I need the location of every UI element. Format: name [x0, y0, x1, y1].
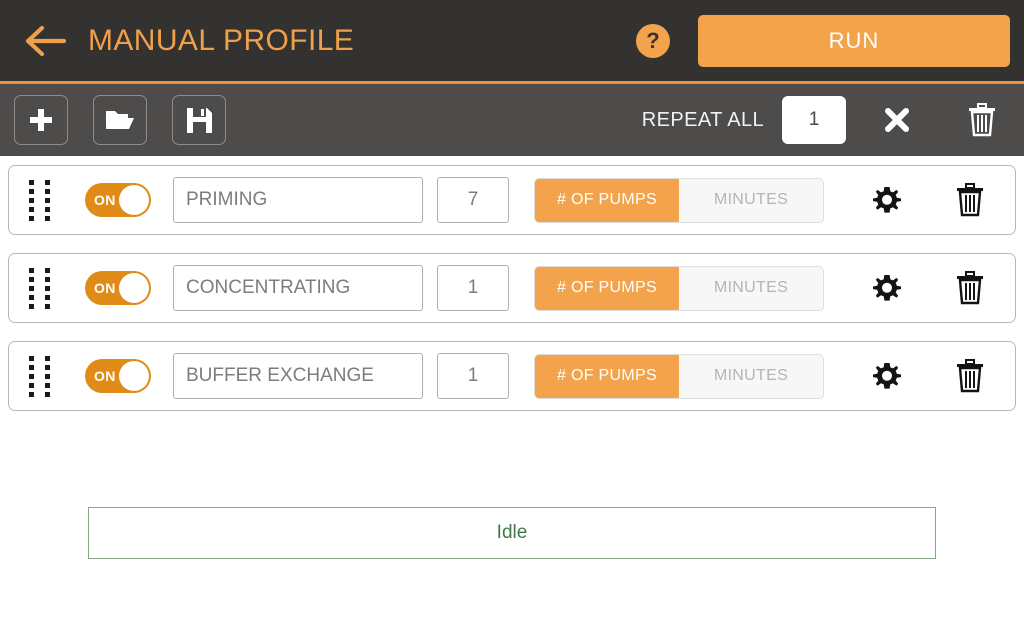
- step-value-input[interactable]: [437, 177, 509, 223]
- help-icon[interactable]: ?: [636, 23, 670, 58]
- table-row: ON # OF PUMPS MINUTES: [8, 341, 1016, 411]
- step-value-input[interactable]: [437, 353, 509, 399]
- step-mode-segmented-control: # OF PUMPS MINUTES: [534, 353, 824, 399]
- plus-icon: [30, 109, 52, 131]
- step-enable-toggle[interactable]: ON: [85, 271, 151, 305]
- open-profile-button[interactable]: [93, 95, 147, 145]
- mode-option-minutes[interactable]: MINUTES: [679, 266, 823, 310]
- repeat-all-input[interactable]: [782, 96, 846, 144]
- back-button[interactable]: [22, 18, 68, 64]
- page-title: MANUAL PROFILE: [88, 23, 355, 57]
- toggle-label: ON: [94, 280, 116, 296]
- save-profile-button[interactable]: [172, 95, 226, 145]
- table-row: ON # OF PUMPS MINUTES: [8, 165, 1016, 235]
- delete-all-button[interactable]: [962, 98, 1002, 142]
- delete-step-button[interactable]: [951, 355, 989, 397]
- mode-option-minutes[interactable]: MINUTES: [679, 178, 823, 222]
- app-header: MANUAL PROFILE ? RUN: [0, 0, 1024, 84]
- toggle-knob: [119, 185, 149, 215]
- toggle-knob: [119, 361, 149, 391]
- toggle-knob: [119, 273, 149, 303]
- status-badge: Idle: [88, 507, 936, 559]
- step-value-input[interactable]: [437, 265, 509, 311]
- step-mode-segmented-control: # OF PUMPS MINUTES: [534, 265, 824, 311]
- gear-icon: [873, 363, 901, 389]
- delete-step-button[interactable]: [951, 267, 989, 309]
- step-name-input[interactable]: [173, 353, 423, 399]
- mode-option-pumps[interactable]: # OF PUMPS: [535, 266, 679, 310]
- trash-icon: [957, 359, 983, 393]
- trash-icon: [957, 271, 983, 305]
- toggle-label: ON: [94, 368, 116, 384]
- step-mode-segmented-control: # OF PUMPS MINUTES: [534, 177, 824, 223]
- status-area: Idle: [0, 429, 1024, 559]
- step-enable-toggle[interactable]: ON: [85, 359, 151, 393]
- add-step-button[interactable]: [14, 95, 68, 145]
- trash-icon: [969, 103, 995, 137]
- step-settings-button[interactable]: [867, 268, 907, 308]
- step-name-input[interactable]: [173, 177, 423, 223]
- x-icon: [885, 108, 909, 132]
- clear-all-button[interactable]: [878, 101, 916, 139]
- drag-handle-icon[interactable]: [29, 266, 55, 310]
- arrow-left-icon: [25, 25, 66, 56]
- folder-open-icon: [106, 111, 134, 129]
- gear-icon: [873, 275, 901, 301]
- repeat-all-label: REPEAT ALL: [641, 108, 764, 131]
- step-settings-button[interactable]: [867, 180, 907, 220]
- gear-icon: [873, 187, 901, 213]
- delete-step-button[interactable]: [951, 179, 989, 221]
- table-row: ON # OF PUMPS MINUTES: [8, 253, 1016, 323]
- drag-handle-icon[interactable]: [29, 178, 55, 222]
- trash-icon: [957, 183, 983, 217]
- profile-toolbar: REPEAT ALL: [0, 84, 1024, 156]
- toggle-label: ON: [94, 192, 116, 208]
- run-button[interactable]: RUN: [698, 14, 1010, 67]
- mode-option-pumps[interactable]: # OF PUMPS: [535, 354, 679, 398]
- step-settings-button[interactable]: [867, 356, 907, 396]
- mode-option-pumps[interactable]: # OF PUMPS: [535, 178, 679, 222]
- drag-handle-icon[interactable]: [29, 354, 55, 398]
- mode-option-minutes[interactable]: MINUTES: [679, 354, 823, 398]
- step-enable-toggle[interactable]: ON: [85, 183, 151, 217]
- profile-step-list: ON # OF PUMPS MINUTES: [0, 156, 1024, 411]
- step-name-input[interactable]: [173, 265, 423, 311]
- floppy-disk-icon: [186, 107, 212, 133]
